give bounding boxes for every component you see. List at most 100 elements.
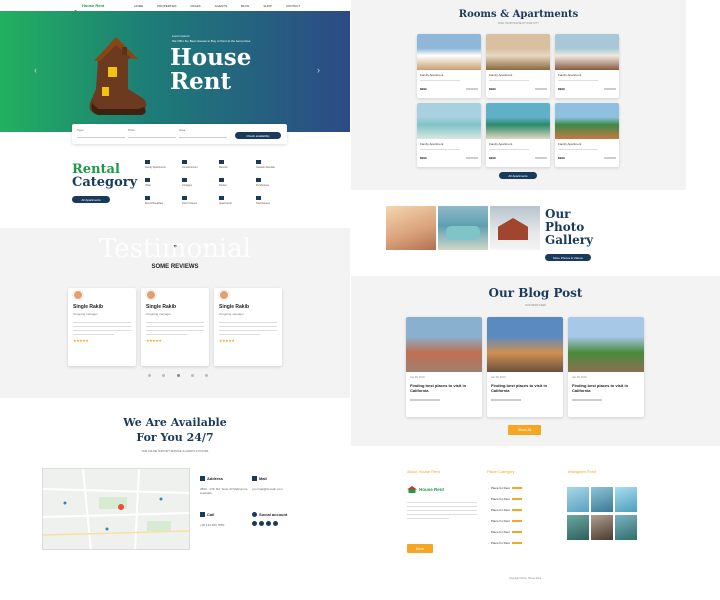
linkedin-icon[interactable] [266,521,271,526]
footer-link[interactable]: › Place for Rent [488,530,523,534]
footer-col2-title: Place Category [487,469,515,474]
carousel-dot[interactable] [162,374,166,377]
building-icon [200,476,205,481]
rental-category-item[interactable]: Penthouses [256,178,291,187]
room-title: Family Apartment [558,73,582,77]
carousel-prev-icon[interactable]: ‹ [34,65,37,75]
category-label: Apartments [219,202,232,205]
instagram-photo[interactable] [591,487,613,512]
room-card[interactable]: Family Apartment $999 [486,103,550,167]
rooms-all-apartments-button[interactable]: All Apartments [499,172,537,179]
carousel-dots[interactable] [148,374,208,378]
hero-title-line1: House [170,44,252,71]
room-card[interactable]: Family Apartment $999 [417,103,481,167]
rental-category-item[interactable]: Apartments [219,196,254,205]
footer-link[interactable]: › Place for Rent [488,519,523,523]
blog-post-title[interactable]: Finding best places to visit in Californ… [491,383,559,393]
room-title: Family Apartment [489,73,513,77]
rental-category-item[interactable]: Vacation Rentals [256,160,291,169]
gallery-panel: Our Photo Gallery More Photos & Videos [351,190,720,270]
facebook-icon[interactable] [252,521,257,526]
blog-title: Our Blog Post [488,286,583,300]
mail-block: Mail yourmail@domain.com [252,476,302,491]
rental-category-item[interactable]: Bed & Breakfast [145,196,180,205]
nav-shop[interactable]: SHOP [263,4,272,8]
carousel-dot[interactable] [205,374,208,377]
footer-link-accent [512,542,523,544]
rental-category-item[interactable]: Duplex [219,178,254,187]
mail-label: Mail [259,476,267,481]
rental-category-item[interactable]: Family Apartments [145,160,180,169]
blog-meta: Jan 28, 2019 [410,376,425,379]
blog-show-all-button[interactable]: Show All [508,425,541,435]
category-label: Vacation Rentals [256,166,275,169]
rental-category-item[interactable]: Condominium [182,160,217,169]
location-map[interactable] [42,468,190,550]
blog-card[interactable]: Jan 28, 2019 Finding best places to visit… [568,317,644,417]
instagram-photo[interactable] [567,487,589,512]
nav-contact[interactable]: CONTACT [286,4,300,8]
footer-col3-title: Instagram Feed [568,469,597,474]
nav-properties[interactable]: PROPERTIES [157,4,176,8]
gallery-photo-3[interactable] [490,206,540,250]
logo[interactable]: House Rent [71,3,104,16]
footer-link[interactable]: › Place for Rent [488,541,523,545]
instagram-photo[interactable] [615,515,637,540]
search-field-type[interactable]: Type [77,128,125,138]
footer-link[interactable]: › Place for Rent [488,508,523,512]
rental-category-item[interactable]: Farm Houses [182,196,217,205]
footer-link[interactable]: › Place for Rent [488,497,523,501]
room-address [489,80,529,81]
gallery-photo-1[interactable] [386,206,436,250]
nav-home[interactable]: HOME [134,4,143,8]
room-card[interactable]: Family Apartment $999 [555,103,619,167]
available-subtitle: OUR ONLINE SUPPORT SERVICE IS ALWAYS 24 … [141,450,209,453]
footer-link[interactable]: › Place for Rent [488,486,523,490]
rental-category-item[interactable]: Cottages [182,178,217,187]
instagram-icon[interactable] [273,521,278,526]
search-field-price[interactable]: Price [128,128,176,138]
carousel-dot[interactable] [148,374,151,377]
room-card[interactable]: Family Apartment $999 [417,34,481,98]
room-price: $999 [489,87,496,91]
nav-pages[interactable]: PAGES [191,4,201,8]
blog-post-title[interactable]: Finding best places to visit in Californ… [572,383,640,393]
instagram-photo[interactable] [615,487,637,512]
instagram-photo[interactable] [591,515,613,540]
gallery-more-button[interactable]: More Photos & Videos [545,254,591,261]
nav-blog[interactable]: BLOG [241,4,249,8]
blog-stats [572,399,602,401]
footer-more-button[interactable]: More [407,544,433,553]
navbar: House Rent HOME PROPERTIES PAGES AGENTS … [0,0,350,16]
category-label: Family Apartments [145,166,166,169]
search-field-area[interactable]: Area [179,128,227,138]
footer-logo[interactable]: House Rent [407,486,444,493]
blog-card[interactable]: Jan 28, 2019 Finding best places to visit… [406,317,482,417]
all-apartments-button[interactable]: All Apartments [72,196,110,203]
carousel-next-icon[interactable]: › [317,65,320,75]
blog-post-title[interactable]: Finding best places to visit in Californ… [410,383,478,393]
category-icon [182,196,187,200]
check-availability-button[interactable]: Check availability [235,132,281,139]
call-text[interactable]: +00 123 456 7890 [200,523,252,527]
category-label: Cottages [182,184,193,187]
reviewer-role: Outgoing manager [146,312,171,316]
rental-category-item[interactable]: Villas [145,178,180,187]
room-price: $999 [489,156,496,160]
room-amenity-icons [535,88,547,90]
room-price: $999 [420,87,427,91]
rental-category-item[interactable]: Resorts [219,160,254,169]
gallery-photo-2[interactable] [438,206,488,250]
carousel-dot[interactable] [190,374,194,377]
blog-card[interactable]: Jan 28, 2019 Finding best places to visit… [487,317,563,417]
room-card[interactable]: Family Apartment $999 [486,34,550,98]
carousel-dot[interactable] [176,374,180,377]
instagram-feed [567,487,639,543]
nav-agents[interactable]: AGENTS [215,4,227,8]
room-card[interactable]: Family Apartment $999 [555,34,619,98]
mail-text[interactable]: yourmail@domain.com [252,487,302,491]
gallery-title-line3: Gallery [545,233,594,247]
instagram-photo[interactable] [567,515,589,540]
twitter-icon[interactable] [259,521,264,526]
rental-category-item[interactable]: Townhouses [256,196,291,205]
